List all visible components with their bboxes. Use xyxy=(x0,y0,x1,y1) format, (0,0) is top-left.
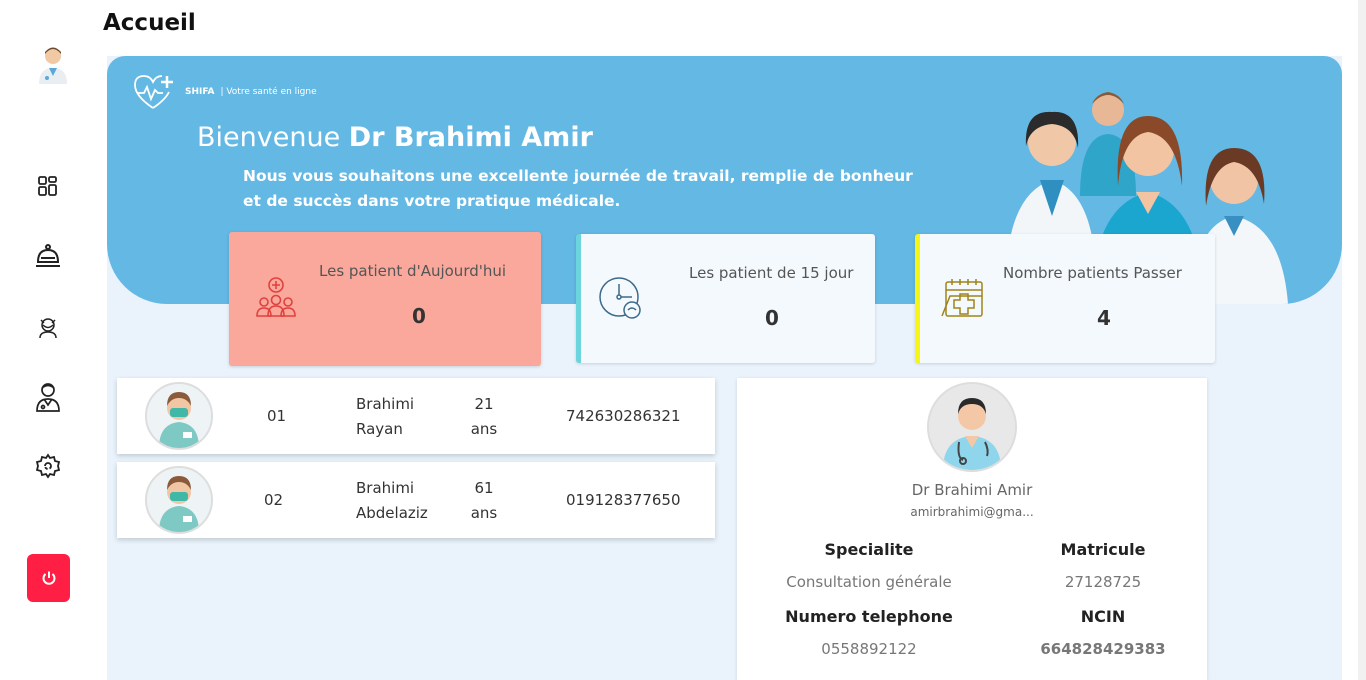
power-icon xyxy=(42,571,55,585)
brand-name: SHIFA xyxy=(185,87,215,97)
brand-tagline: | Votre santé en ligne xyxy=(220,87,317,97)
ncin-value: 664828429383 xyxy=(1040,640,1166,658)
doctor-profile-email: amirbrahimi@gma... xyxy=(910,505,1034,519)
patient-avatar xyxy=(145,466,213,534)
medical-calendar-icon xyxy=(940,276,986,326)
stat-card-today[interactable]: Les patient d'Aujourd'hui 0 xyxy=(229,232,541,366)
welcome-prefix: Bienvenue xyxy=(197,122,341,153)
stat-label: Les patient de 15 jour xyxy=(689,264,854,282)
dashboard-icon[interactable] xyxy=(30,168,66,204)
logout-button[interactable] xyxy=(27,554,70,602)
page-title: Accueil xyxy=(103,10,196,36)
patients-group-icon xyxy=(253,276,299,326)
patient-mask-icon[interactable] xyxy=(30,310,66,346)
ncin-label: NCIN xyxy=(1080,607,1126,626)
settings-icon[interactable] xyxy=(30,448,66,484)
patient-phone: 019128377650 xyxy=(566,491,681,509)
patient-first-name: Brahimi xyxy=(356,395,415,413)
stat-card-passed[interactable]: Nombre patients Passer 4 xyxy=(915,234,1215,363)
patient-phone: 742630286321 xyxy=(566,407,681,425)
stat-value: 0 xyxy=(412,304,426,328)
phone-label: Numero telephone xyxy=(785,607,953,626)
service-bell-icon[interactable] xyxy=(30,238,66,274)
stat-label: Nombre patients Passer xyxy=(1003,264,1182,282)
sidebar xyxy=(0,0,96,680)
patient-age: 61 ans xyxy=(468,476,500,526)
patient-last-name: Abdelaziz xyxy=(356,504,428,522)
patient-name: Brahimi Abdelaziz xyxy=(356,476,428,526)
matricule-value: 27128725 xyxy=(1064,573,1142,591)
patient-number: 01 xyxy=(267,407,287,425)
clock-icon xyxy=(598,276,644,326)
patient-last-name: Rayan xyxy=(356,420,403,438)
stat-label: Les patient d'Aujourd'hui xyxy=(319,262,507,280)
page-scrollbar[interactable] xyxy=(1358,0,1366,680)
brand-logo: SHIFA | Votre santé en ligne xyxy=(131,72,317,112)
doctor-profile-card: Dr Brahimi Amir amirbrahimi@gma... Speci… xyxy=(737,378,1207,680)
patient-number: 02 xyxy=(264,491,284,509)
patient-avatar xyxy=(145,382,213,450)
matricule-label: Matricule xyxy=(1060,540,1146,559)
doctor-profile-avatar xyxy=(927,382,1017,472)
patient-age-unit: ans xyxy=(470,504,498,522)
specialite-value: Consultation générale xyxy=(786,573,952,591)
patient-age: 21 ans xyxy=(468,392,500,442)
stat-card-15-days[interactable]: Les patient de 15 jour 0 xyxy=(576,234,875,363)
phone-value: 0558892122 xyxy=(821,640,917,658)
doctor-profile-name: Dr Brahimi Amir xyxy=(911,481,1033,499)
doctor-avatar[interactable] xyxy=(36,44,70,84)
patient-list: 01 Brahimi Rayan 21 ans 742630286321 02 … xyxy=(117,378,715,546)
doctor-icon[interactable] xyxy=(30,379,66,415)
welcome-message: Nous vous souhaitons une excellente jour… xyxy=(243,167,913,210)
patient-row[interactable]: 01 Brahimi Rayan 21 ans 742630286321 xyxy=(117,378,715,454)
specialite-label: Specialite xyxy=(824,540,914,559)
patient-age-value: 61 xyxy=(474,479,494,497)
patient-age-unit: ans xyxy=(470,420,498,438)
welcome-doctor-name: Dr Brahimi Amir xyxy=(348,122,593,153)
patient-row[interactable]: 02 Brahimi Abdelaziz 61 ans 019128377650 xyxy=(117,462,715,538)
stat-value: 4 xyxy=(1097,306,1111,330)
patient-age-value: 21 xyxy=(474,395,494,413)
patient-name: Brahimi Rayan xyxy=(356,392,414,442)
patient-first-name: Brahimi xyxy=(356,479,415,497)
stat-value: 0 xyxy=(765,306,779,330)
heart-plus-icon xyxy=(134,75,173,109)
welcome-heading: Bienvenue Dr Brahimi Amir xyxy=(197,122,593,153)
